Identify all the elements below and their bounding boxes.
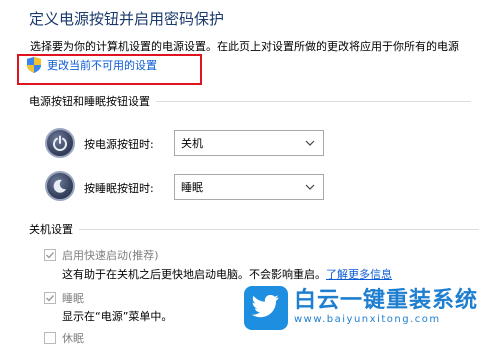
sleep-option-description: 显示在“电源”菜单中。	[62, 310, 173, 323]
sleep-icon	[45, 171, 75, 201]
fast-startup-description-row: 这有助于在关机之后更快地启动电脑。不会影响重启。了解更多信息	[62, 266, 392, 282]
hibernate-checkbox[interactable]	[44, 332, 56, 344]
watermark: 白云一键重装系统 www.baiyunxitong.com	[244, 286, 478, 330]
chevron-down-icon	[305, 184, 315, 190]
sleep-option-label: 睡眠	[62, 292, 84, 305]
checkmark-icon	[46, 295, 55, 302]
watermark-title: 白云一键重装系统	[294, 288, 479, 313]
sleep-button-action-value: 睡眠	[181, 181, 203, 194]
fast-startup-label: 启用快速启动(推荐)	[62, 249, 159, 262]
power-button-action-label: 按电源按钮时:	[84, 138, 154, 151]
page-description: 选择要为你的计算机设置的电源设置。在此页上对设置所做的更改将应用于你所有的电源	[30, 40, 459, 53]
watermark-url: www.baiyunxitong.com	[294, 314, 441, 325]
bird-logo-icon	[244, 286, 288, 330]
shutdown-heading: 关机设置	[29, 223, 73, 236]
hibernate-option[interactable]: 休眠	[44, 330, 84, 346]
highlight-box	[17, 54, 202, 85]
learn-more-link[interactable]: 了解更多信息	[326, 268, 392, 281]
hibernate-option-label: 休眠	[62, 332, 84, 345]
power-icon	[45, 128, 75, 158]
page-title: 定义电源按钮并启用密码保护	[29, 10, 225, 28]
power-buttons-group-heading: 电源按钮和睡眠按钮设置	[29, 93, 471, 109]
group-divider	[79, 228, 479, 230]
fast-startup-option[interactable]: 启用快速启动(推荐)	[44, 247, 159, 263]
sleep-checkbox[interactable]	[44, 292, 56, 304]
checkmark-icon	[46, 252, 55, 259]
power-button-action-value: 关机	[181, 137, 203, 150]
chevron-down-icon	[305, 140, 315, 146]
fast-startup-description: 这有助于在关机之后更快地启动电脑。不会影响重启。	[62, 268, 326, 281]
sleep-button-action-select[interactable]: 睡眠	[174, 174, 324, 200]
fast-startup-checkbox[interactable]	[44, 249, 56, 261]
power-button-action-select[interactable]: 关机	[174, 130, 324, 156]
sleep-option[interactable]: 睡眠	[44, 290, 84, 306]
power-buttons-heading: 电源按钮和睡眠按钮设置	[29, 95, 150, 108]
shutdown-group-heading: 关机设置	[29, 221, 479, 237]
group-divider	[156, 100, 471, 102]
sleep-button-action-label: 按睡眠按钮时:	[84, 182, 154, 195]
